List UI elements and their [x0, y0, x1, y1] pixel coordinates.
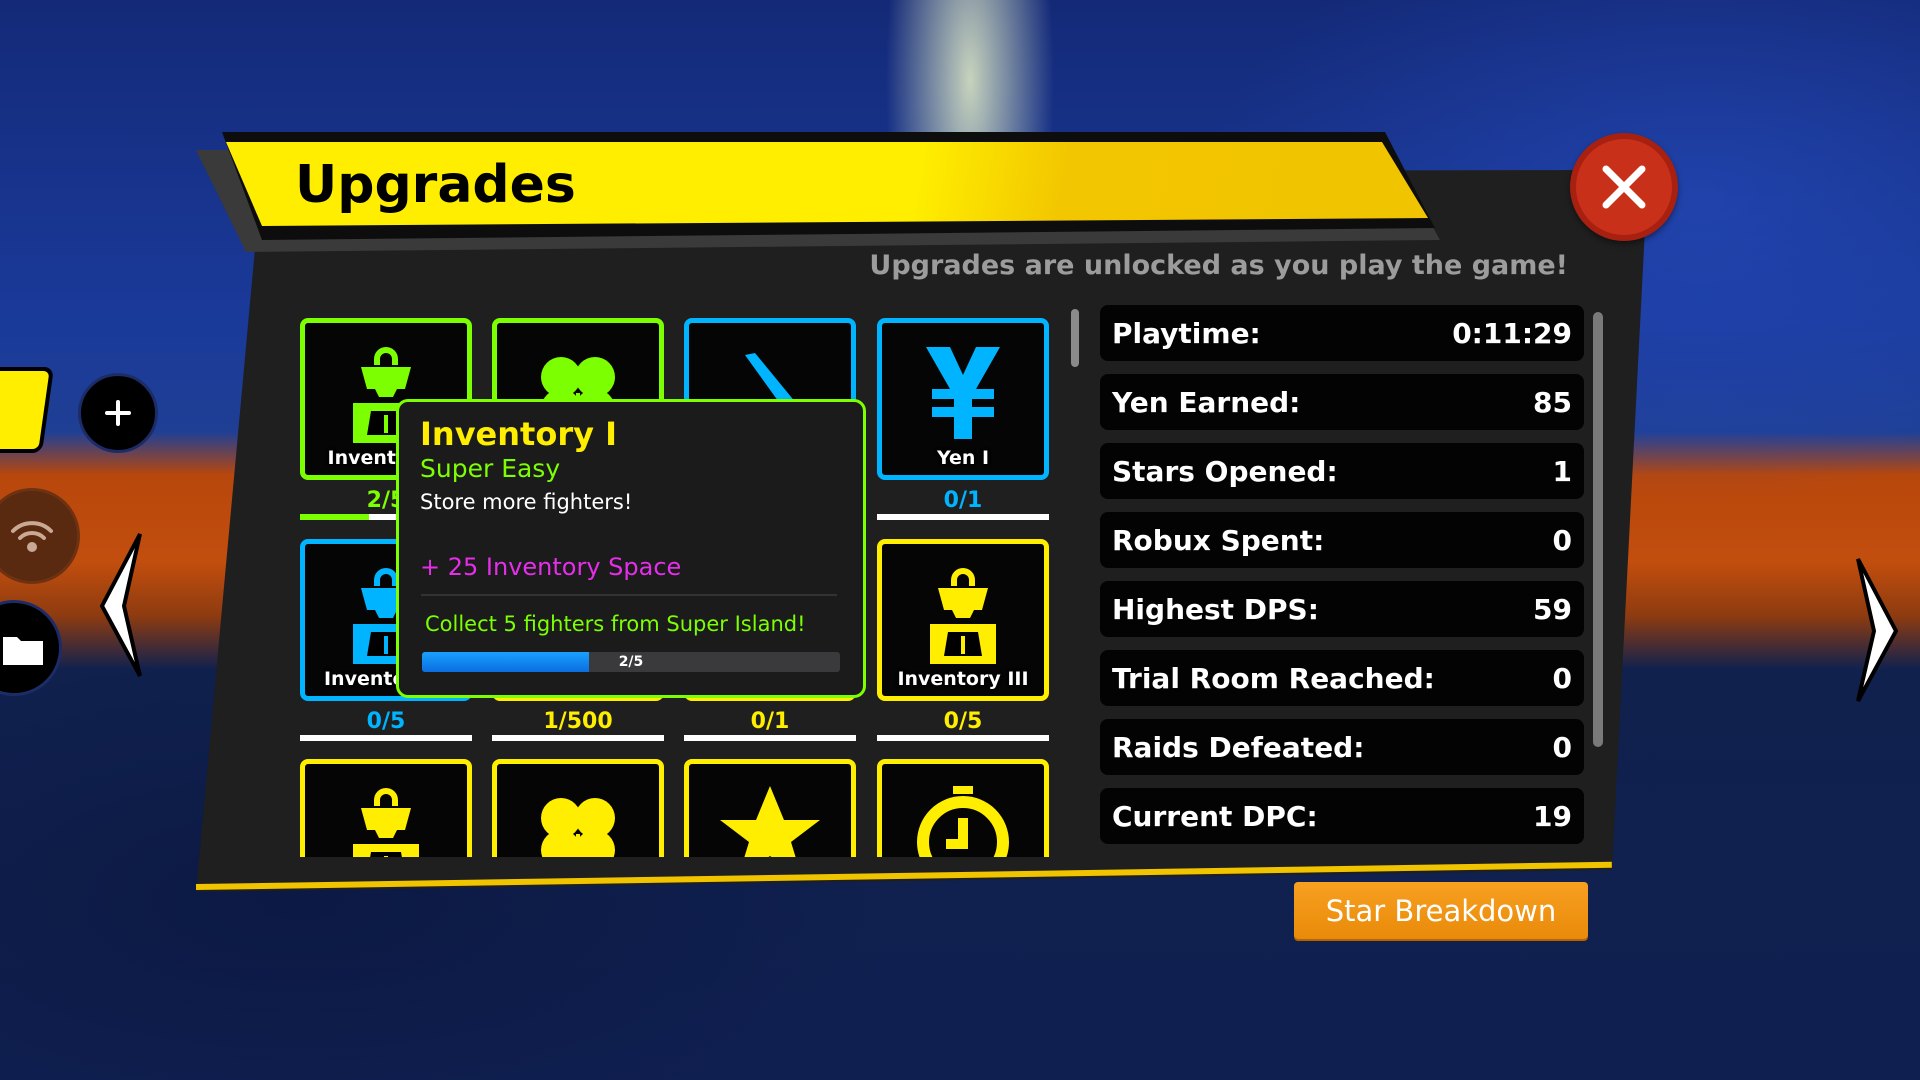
stat-row: Stars Opened: 1 — [1100, 443, 1584, 499]
tile-count: 0/5 — [366, 709, 406, 734]
stat-row: Playtime: 0:11:29 — [1100, 305, 1584, 361]
stat-value: 0 — [1552, 523, 1572, 557]
tooltip-description: Store more fighters! — [420, 490, 633, 514]
stat-row: Robux Spent: 0 — [1100, 512, 1584, 568]
stat-label: Yen Earned: — [1112, 385, 1301, 419]
upgrade-tile[interactable] — [877, 759, 1049, 857]
stat-label: Highest DPS: — [1112, 592, 1319, 626]
upgrade-tile[interactable]: Inventory III — [877, 539, 1049, 701]
tile-progress-fill — [300, 514, 369, 520]
page-title: Upgrades — [295, 155, 576, 215]
tooltip-difficulty: Super Easy — [420, 454, 561, 483]
stat-row: Raids Defeated: 0 — [1100, 719, 1584, 775]
stat-label: Raids Defeated: — [1112, 730, 1365, 764]
chevron-right-icon[interactable] — [1850, 555, 1902, 705]
upgrade-tile[interactable]: Yen I — [877, 318, 1049, 480]
upgrade-tile[interactable] — [684, 759, 856, 857]
star-icon — [720, 786, 820, 857]
tooltip-progress-text: 2/5 — [618, 654, 644, 670]
backpack-icon — [930, 568, 996, 664]
tile-count: 1/500 — [543, 709, 613, 734]
grid-scrollbar[interactable] — [1071, 309, 1079, 367]
tooltip-bonus: + 25 Inventory Space — [420, 553, 682, 581]
stat-value: 0 — [1552, 730, 1572, 764]
stat-row: Trial Room Reached: 0 — [1100, 650, 1584, 706]
tile-label: Yen I — [936, 447, 990, 469]
tile-progress-bar — [877, 514, 1049, 520]
stat-label: Robux Spent: — [1112, 523, 1325, 557]
stat-label: Trial Room Reached: — [1112, 661, 1435, 695]
tooltip-requirement: Collect 5 fighters from Super Island! — [425, 612, 806, 636]
stat-label: Current DPC: — [1112, 799, 1318, 833]
tile-progress-bar — [877, 735, 1049, 741]
upgrade-tile[interactable] — [300, 759, 472, 857]
stat-row: Yen Earned: 85 — [1100, 374, 1584, 430]
panel-subtitle: Upgrades are unlocked as you play the ga… — [869, 250, 1568, 281]
stat-label: Playtime: — [1112, 316, 1261, 350]
tile-progress-bar — [492, 735, 664, 741]
backpack-icon — [353, 788, 419, 857]
close-button[interactable] — [1570, 133, 1678, 241]
tooltip-title: Inventory I — [420, 415, 617, 453]
clover-icon — [541, 798, 615, 857]
tooltip-divider — [421, 594, 837, 596]
stats-scrollbar[interactable] — [1593, 312, 1603, 747]
tile-progress-bar — [300, 735, 472, 741]
folder-icon — [3, 637, 43, 665]
stat-value: 0 — [1552, 661, 1572, 695]
tile-progress-bar — [684, 735, 856, 741]
tile-label: Inventory III — [897, 668, 1029, 690]
plus-button[interactable] — [78, 373, 158, 453]
yen-icon — [926, 347, 1000, 439]
tile-count: 0/5 — [943, 709, 983, 734]
plus-icon — [105, 400, 131, 426]
stat-value: 59 — [1533, 592, 1572, 626]
star-breakdown-button[interactable]: Star Breakdown — [1294, 882, 1588, 939]
chevron-left-icon[interactable] — [96, 530, 148, 680]
stat-row: Current DPC: 19 — [1100, 788, 1584, 844]
stat-label: Stars Opened: — [1112, 454, 1338, 488]
stopwatch-icon — [917, 786, 1009, 857]
stat-value: 19 — [1533, 799, 1572, 833]
upgrade-tile[interactable] — [492, 759, 664, 857]
upgrade-tooltip: Inventory I Super Easy Store more fighte… — [396, 399, 866, 698]
wifi-icon — [11, 521, 53, 552]
stat-row: Highest DPS: 59 — [1100, 581, 1584, 637]
tile-count: 0/1 — [750, 709, 790, 734]
x-icon — [1602, 165, 1646, 209]
tooltip-progress-bar: 2/5 — [422, 652, 840, 672]
stat-value: 0:11:29 — [1452, 316, 1572, 350]
stat-value: 85 — [1533, 385, 1572, 419]
tile-count: 0/1 — [943, 488, 983, 513]
stat-value: 1 — [1552, 454, 1572, 488]
